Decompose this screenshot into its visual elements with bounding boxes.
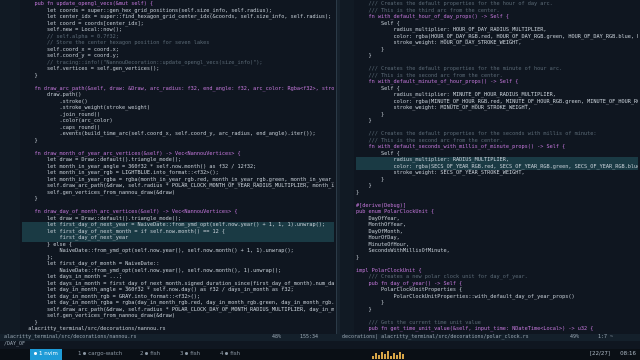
code-line[interactable]: NaiveDate::from_ymd_opt(self.now.year(),…	[22, 248, 334, 255]
code-line[interactable]: let day_in_month_rgba = rgba(day_in_mont…	[22, 300, 334, 307]
tab-fish-4[interactable]: 4 fish	[216, 349, 244, 360]
tab-dot-icon	[34, 352, 37, 355]
tab-counter: [22/27]	[589, 351, 610, 357]
left-file-path: alacritty_terminal/src/decorations/nanno…	[4, 334, 137, 340]
clock-label: 08:16	[620, 351, 636, 357]
tab-dot-icon	[83, 352, 87, 355]
line-number-gutter	[340, 0, 354, 334]
terminal-tab-bar: 1 nvim 1 cargo-watch 2 fish 3 fish 4 fis…	[0, 349, 640, 360]
command-line[interactable]: /DAY_OF	[0, 341, 640, 348]
right-editor-pane[interactable]: /// Creates the default properties for t…	[340, 0, 640, 334]
code-area[interactable]: pub fn update_opengl_vecs(&mut self) { l…	[22, 1, 334, 333]
tab-dot-icon	[185, 352, 189, 355]
right-file-path: decorations| alacritty_terminal/src/deco…	[342, 334, 529, 340]
tab-dot-icon	[145, 352, 149, 355]
code-line[interactable]: let center_idx = super::find_hexagon_gri…	[22, 14, 334, 21]
code-line[interactable]: let day_in_month_angle = 360f32 * self.n…	[22, 287, 334, 294]
tab-cargo-watch[interactable]: 1 cargo-watch	[74, 349, 126, 360]
tab-nvim[interactable]: 1 nvim	[30, 349, 62, 360]
status-line: alacritty_terminal/src/decorations/nanno…	[0, 334, 640, 341]
code-line[interactable]: self.draw_arc_path(&draw, self.radius * …	[22, 183, 334, 190]
right-percent: 49%	[570, 334, 580, 340]
right-cursor-pos: 1:7 ~	[598, 334, 614, 340]
command-text: /DAY_OF	[4, 341, 26, 347]
code-line[interactable]: let first_day_of_next_year = NaiveDate::…	[22, 222, 334, 229]
code-line[interactable]: pub fn get_time_unit_value(&self, input_…	[356, 326, 638, 333]
tab-fish-3[interactable]: 3 fish	[176, 349, 204, 360]
code-line[interactable]: .events(build_time_arc(self.coord_x, sel…	[22, 131, 334, 138]
code-line[interactable]: /// Creates the default properties for t…	[356, 131, 638, 138]
left-cursor-pos: 155:34	[300, 334, 319, 340]
tab-dot-icon	[225, 352, 229, 355]
tab-fish-2[interactable]: 2 fish	[136, 349, 164, 360]
line-number-gutter	[0, 0, 20, 334]
code-area[interactable]: /// Creates the default properties for t…	[356, 1, 638, 333]
left-percent: 48%	[272, 334, 282, 340]
left-editor-pane[interactable]: pub fn update_opengl_vecs(&mut self) { l…	[0, 0, 336, 334]
code-line[interactable]: alacritty_terminal/src/decorations/nanno…	[22, 326, 334, 333]
